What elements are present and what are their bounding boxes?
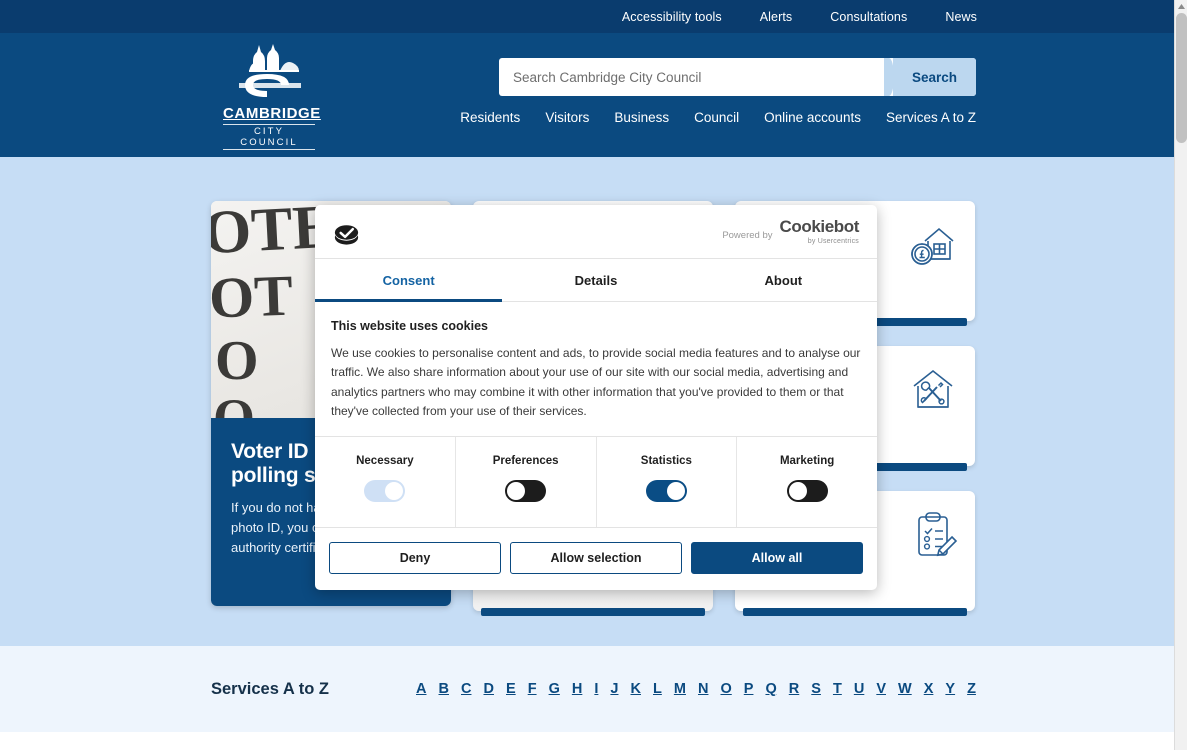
nav-item-services-a-to-z[interactable]: Services A to Z bbox=[886, 110, 976, 125]
house-tools-icon bbox=[913, 369, 953, 408]
category-label-marketing: Marketing bbox=[779, 454, 835, 467]
card-accent-bar bbox=[743, 608, 967, 616]
a-to-z-letter-list: A B C D E F G H I J K L M N O P Q R S T bbox=[416, 681, 976, 697]
a-to-z-letter-h[interactable]: H bbox=[572, 681, 582, 697]
cookie-category-row: Necessary Preferences Statistics Marketi… bbox=[315, 435, 877, 528]
a-to-z-letter-n[interactable]: N bbox=[698, 681, 708, 697]
a-to-z-letter-l[interactable]: L bbox=[653, 681, 662, 697]
a-to-z-letter-j[interactable]: J bbox=[610, 681, 618, 697]
cookiebot-brand-sub: by Usercentrics bbox=[807, 238, 859, 245]
a-to-z-letter-u[interactable]: U bbox=[854, 681, 864, 697]
clipboard-pencil-icon bbox=[918, 512, 958, 557]
cambridge-crest-icon bbox=[239, 44, 301, 97]
utility-link-alerts[interactable]: Alerts bbox=[760, 10, 793, 24]
a-to-z-letter-x[interactable]: X bbox=[924, 681, 934, 697]
cookie-dialog-tabs: Consent Details About bbox=[315, 259, 877, 302]
cookie-category-preferences: Preferences bbox=[454, 436, 596, 527]
a-to-z-letter-k[interactable]: K bbox=[631, 681, 641, 697]
cookie-dialog-heading: This website uses cookies bbox=[331, 319, 489, 333]
a-to-z-letter-d[interactable]: D bbox=[484, 681, 494, 697]
tab-consent[interactable]: Consent bbox=[315, 259, 503, 302]
category-label-preferences: Preferences bbox=[492, 454, 559, 467]
a-to-z-letter-t[interactable]: T bbox=[833, 681, 842, 697]
a-to-z-letter-y[interactable]: Y bbox=[945, 681, 955, 697]
a-to-z-letter-w[interactable]: W bbox=[898, 681, 912, 697]
a-to-z-letter-e[interactable]: E bbox=[506, 681, 516, 697]
house-pound-coin-icon bbox=[911, 227, 954, 265]
utility-bar: Accessibility tools Alerts Consultations… bbox=[0, 0, 1187, 33]
toggle-preferences[interactable] bbox=[505, 479, 547, 502]
allow-selection-button[interactable]: Allow selection bbox=[510, 541, 682, 574]
logo-subtitle: CITY COUNCIL bbox=[223, 123, 315, 150]
utility-link-consultations[interactable]: Consultations bbox=[830, 10, 907, 24]
photo-letters-row3: O bbox=[215, 330, 259, 392]
tab-details[interactable]: Details bbox=[502, 259, 689, 301]
a-to-z-letter-g[interactable]: G bbox=[549, 681, 560, 697]
a-to-z-letter-b[interactable]: B bbox=[439, 681, 449, 697]
a-to-z-letter-z[interactable]: Z bbox=[967, 681, 976, 697]
cookie-category-statistics: Statistics bbox=[595, 436, 737, 527]
hero-title-line-1: Voter ID i bbox=[231, 440, 320, 463]
category-label-statistics: Statistics bbox=[640, 454, 692, 467]
a-to-z-letter-r[interactable]: R bbox=[789, 681, 799, 697]
a-to-z-letter-v[interactable]: V bbox=[876, 681, 886, 697]
photo-letters-row2: OT bbox=[211, 262, 294, 331]
services-a-to-z-section: Services A to Z A B C D E F G H I J K L … bbox=[0, 646, 1187, 732]
cookie-category-marketing: Marketing bbox=[736, 436, 877, 527]
vertical-scrollbar[interactable] bbox=[1174, 0, 1187, 750]
category-label-necessary: Necessary bbox=[356, 454, 414, 467]
site-header: CAMBRIDGE CITY COUNCIL Search Residents … bbox=[0, 33, 1187, 157]
scrollbar-thumb[interactable] bbox=[1176, 13, 1187, 143]
a-to-z-label: Services A to Z bbox=[211, 679, 329, 698]
utility-link-news[interactable]: News bbox=[945, 10, 977, 24]
a-to-z-letter-m[interactable]: M bbox=[674, 681, 686, 697]
toggle-marketing[interactable] bbox=[786, 479, 828, 502]
cookie-dialog-body: This website uses cookies We use cookies… bbox=[315, 302, 877, 436]
hero-text-line-3: authority certific bbox=[231, 540, 323, 556]
footer-strip bbox=[0, 732, 1187, 750]
a-to-z-letter-p[interactable]: P bbox=[744, 681, 754, 697]
main-navigation: Residents Visitors Business Council Onli… bbox=[460, 110, 976, 125]
allow-all-button[interactable]: Allow all bbox=[691, 541, 863, 574]
cookie-category-necessary: Necessary bbox=[315, 437, 455, 527]
cookie-dialog-description: We use cookies to personalise content an… bbox=[331, 346, 861, 419]
search-input[interactable] bbox=[499, 58, 893, 96]
a-to-z-letter-f[interactable]: F bbox=[528, 681, 537, 697]
tab-about[interactable]: About bbox=[690, 259, 877, 301]
toggle-necessary[interactable] bbox=[364, 479, 406, 502]
a-to-z-letter-o[interactable]: O bbox=[720, 681, 731, 697]
cookiebot-logo-icon bbox=[334, 225, 359, 245]
site-logo[interactable]: CAMBRIDGE CITY COUNCIL bbox=[223, 41, 321, 150]
utility-link-accessibility-tools[interactable]: Accessibility tools bbox=[622, 10, 722, 24]
cookie-dialog-header: Powered by Cookiebot by Usercentrics bbox=[315, 205, 877, 259]
cookiebot-brand-name: Cookiebot bbox=[779, 217, 859, 236]
nav-item-residents[interactable]: Residents bbox=[460, 110, 520, 125]
scroll-up-arrow-icon[interactable] bbox=[1175, 0, 1187, 13]
a-to-z-letter-a[interactable]: A bbox=[416, 681, 426, 697]
card-accent-bar bbox=[481, 608, 705, 616]
search-bar: Search bbox=[499, 58, 976, 96]
cookie-consent-dialog: Powered by Cookiebot by Usercentrics Con… bbox=[315, 205, 877, 590]
nav-item-visitors[interactable]: Visitors bbox=[545, 110, 589, 125]
page-root: Accessibility tools Alerts Consultations… bbox=[0, 0, 1187, 750]
powered-by-label: Powered by bbox=[722, 230, 773, 241]
a-to-z-letter-i[interactable]: I bbox=[594, 681, 598, 697]
hero-title-line-2: polling st bbox=[231, 463, 323, 487]
a-to-z-letter-c[interactable]: C bbox=[461, 681, 471, 697]
powered-by-cookiebot: Powered by Cookiebot by Usercentrics bbox=[722, 218, 859, 245]
nav-item-council[interactable]: Council bbox=[694, 110, 739, 125]
cookie-dialog-actions: Deny Allow selection Allow all bbox=[315, 528, 877, 590]
a-to-z-letter-s[interactable]: S bbox=[811, 681, 821, 697]
search-button[interactable]: Search bbox=[884, 58, 976, 96]
nav-item-online-accounts[interactable]: Online accounts bbox=[764, 110, 861, 125]
a-to-z-letter-q[interactable]: Q bbox=[765, 681, 776, 697]
hero-text-line-1: If you do not hav bbox=[231, 500, 328, 516]
nav-item-business[interactable]: Business bbox=[614, 110, 669, 125]
toggle-statistics[interactable] bbox=[645, 479, 687, 502]
deny-button[interactable]: Deny bbox=[329, 541, 501, 574]
logo-name: CAMBRIDGE bbox=[223, 105, 321, 122]
